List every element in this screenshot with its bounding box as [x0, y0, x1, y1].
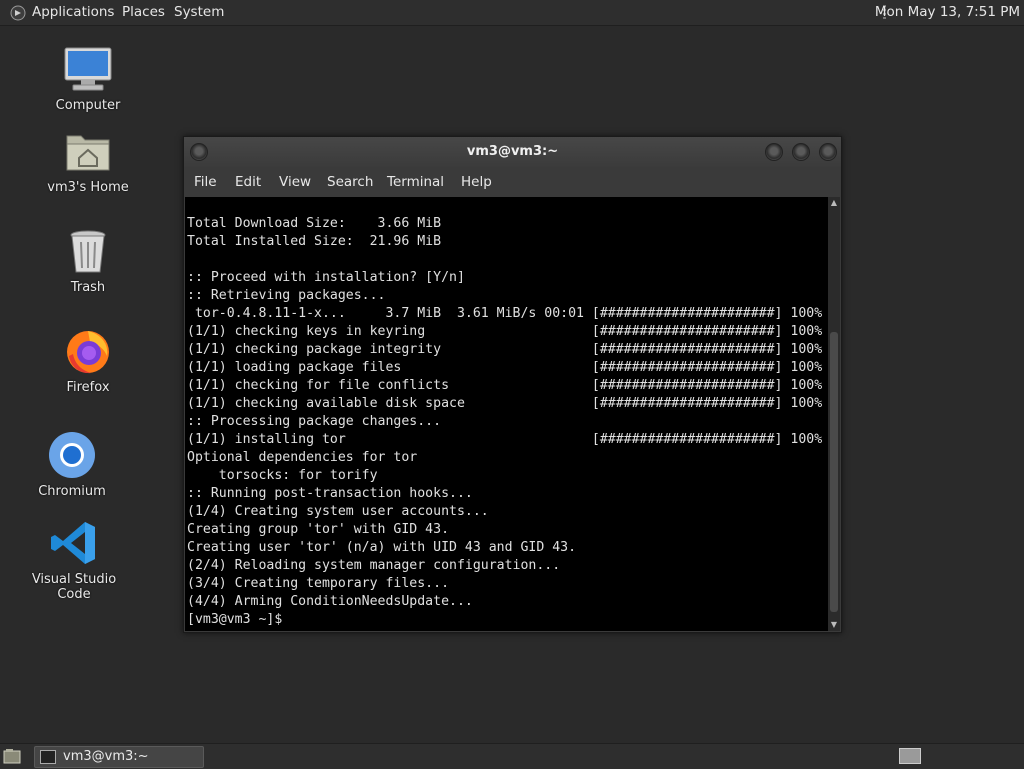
desktop-icon-firefox-label: Firefox: [66, 380, 110, 395]
vscode-icon: [49, 518, 99, 568]
show-desktop-icon[interactable]: [3, 748, 21, 764]
menu-help[interactable]: Help: [461, 174, 492, 190]
minimize-button[interactable]: [765, 143, 783, 161]
menu-edit[interactable]: Edit: [235, 174, 261, 190]
trash-icon: [63, 226, 113, 276]
workspace-switcher-icon[interactable]: [899, 748, 921, 764]
close-button[interactable]: [819, 143, 837, 161]
applications-menu[interactable]: Applications: [10, 0, 114, 25]
chromium-icon: [47, 430, 97, 480]
window-menu-button[interactable]: [190, 143, 208, 161]
desktop-icon-computer-label: Computer: [55, 98, 121, 113]
desktop-icon-home-label: vm3's Home: [47, 180, 129, 195]
terminal-scrollbar[interactable]: ▲ ▼: [828, 197, 840, 631]
scroll-down-arrow-icon[interactable]: ▼: [829, 620, 839, 630]
maximize-button[interactable]: [792, 143, 810, 161]
terminal-window[interactable]: vm3@vm3:~ File Edit View Search Terminal…: [183, 136, 842, 633]
applications-menu-label: Applications: [32, 4, 115, 20]
menu-view[interactable]: View: [279, 174, 311, 190]
desktop-icon-chromium-label: Chromium: [38, 484, 106, 499]
places-menu[interactable]: Places: [122, 0, 165, 25]
desktop-icon-firefox[interactable]: Firefox: [28, 326, 148, 395]
desktop-icon-trash[interactable]: Trash: [28, 226, 148, 295]
taskbar-terminal-label: vm3@vm3:~: [63, 749, 149, 764]
desktop-icon-vscode-label: Visual Studio Code: [31, 572, 117, 602]
desktop-icon-vscode[interactable]: Visual Studio Code: [14, 518, 134, 602]
terminal-menubar: File Edit View Search Terminal Help: [184, 167, 841, 197]
desktop-icon-home[interactable]: vm3's Home: [28, 126, 148, 195]
menu-terminal[interactable]: Terminal: [387, 174, 444, 190]
home-folder-icon: [63, 126, 113, 176]
desktop-icon-chromium[interactable]: Chromium: [12, 430, 132, 499]
gnome-foot-icon: [10, 5, 26, 20]
terminal-icon: [40, 750, 56, 764]
computer-icon: [63, 44, 113, 94]
firefox-icon: [63, 326, 113, 376]
scrollbar-thumb[interactable]: [830, 332, 838, 612]
system-menu[interactable]: System: [174, 0, 224, 25]
top-panel: Applications Places System Mon May 13, 7…: [0, 0, 1024, 26]
window-titlebar[interactable]: vm3@vm3:~: [184, 137, 841, 167]
scroll-up-arrow-icon[interactable]: ▲: [829, 198, 839, 208]
clock[interactable]: Mon May 13, 7:51 PM: [875, 0, 1020, 25]
bottom-panel: vm3@vm3:~: [0, 743, 1024, 769]
menu-file[interactable]: File: [194, 174, 217, 190]
terminal-output-area[interactable]: Total Download Size: 3.66 MiB Total Inst…: [185, 197, 828, 631]
terminal-output: Total Download Size: 3.66 MiB Total Inst…: [187, 216, 823, 627]
desktop-icon-computer[interactable]: Computer: [28, 44, 148, 113]
window-title: vm3@vm3:~: [466, 144, 559, 159]
desktop-icon-trash-label: Trash: [70, 280, 106, 295]
taskbar-terminal-button[interactable]: vm3@vm3:~: [34, 746, 204, 768]
menu-search[interactable]: Search: [327, 174, 373, 190]
